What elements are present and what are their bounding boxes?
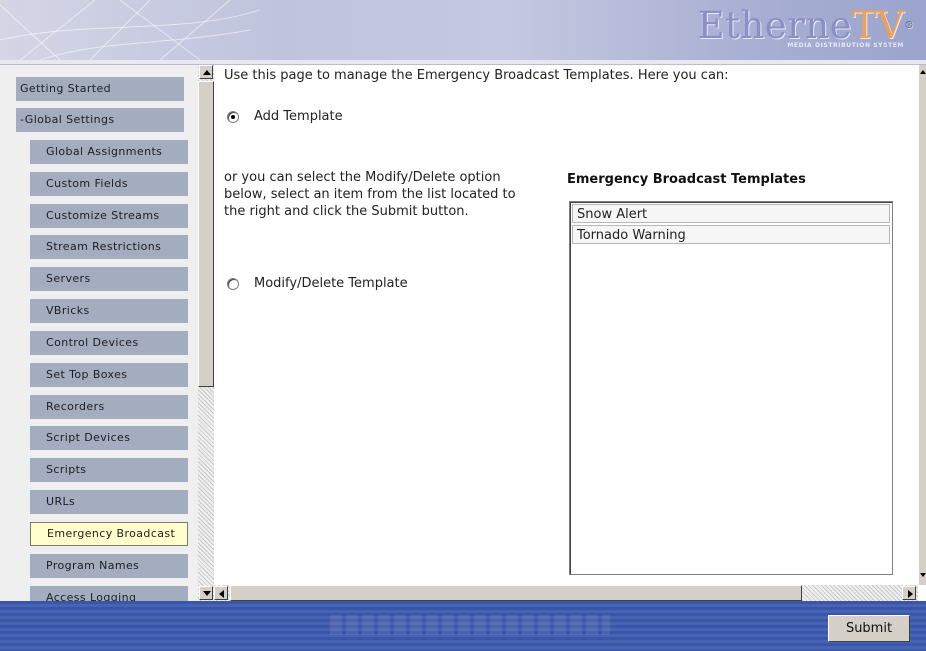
scroll-left-button[interactable] (214, 586, 228, 600)
sidebar-scroll-thumb[interactable] (198, 81, 214, 387)
template-item-snow-alert[interactable]: Snow Alert (572, 204, 890, 223)
arrow-down-icon (920, 573, 926, 577)
main-content: Use this page to manage the Emergency Br… (214, 65, 918, 585)
template-item-tornado-warning[interactable]: Tornado Warning (572, 225, 890, 244)
footer-bar: Submit (0, 601, 926, 651)
sidebar-item-global-assignments[interactable]: Global Assignments (30, 140, 188, 164)
sidebar-item-vbricks[interactable]: VBricks (30, 299, 188, 323)
sidebar-item-customize-streams[interactable]: Customize Streams (30, 204, 188, 228)
decorative-lines (0, 0, 261, 60)
header-banner: EtherneTV® MEDIA DISTRIBUTION SYSTEM (0, 0, 926, 60)
scroll-right-button[interactable] (902, 586, 916, 600)
sidebar-item-set-top-boxes[interactable]: Set Top Boxes (30, 363, 188, 387)
footer-pattern (330, 615, 610, 635)
sidebar-scroll-up-button[interactable] (199, 65, 213, 79)
horizontal-scroll-thumb[interactable] (230, 585, 802, 601)
submit-button[interactable]: Submit (828, 615, 910, 642)
logo-accent-text: TV (852, 4, 905, 47)
add-template-radio[interactable] (227, 111, 239, 123)
sidebar-scrollbar[interactable] (198, 65, 214, 601)
sidebar-item-script-devices[interactable]: Script Devices (30, 426, 188, 450)
arrow-left-icon (219, 590, 224, 598)
instructions-line-2: below, select an item from the list loca… (224, 187, 516, 202)
sidebar-item-recorders[interactable]: Recorders (30, 395, 188, 419)
sidebar-item-global-settings[interactable]: -Global Settings (16, 108, 184, 132)
sidebar-item-stream-restrictions[interactable]: Stream Restrictions (30, 235, 188, 259)
sidebar-item-urls[interactable]: URLs (30, 490, 188, 514)
sidebar-item-scripts[interactable]: Scripts (30, 458, 188, 482)
instructions-line-1: or you can select the Modify/Delete opti… (224, 170, 501, 185)
sidebar-nav: Getting Started -Global Settings Global … (0, 65, 198, 601)
registered-mark: ® (904, 21, 914, 31)
sidebar-item-emergency-broadcast[interactable]: Emergency Broadcast (30, 522, 188, 546)
sidebar-item-custom-fields[interactable]: Custom Fields (30, 172, 188, 196)
sidebar-item-program-names[interactable]: Program Names (30, 554, 188, 578)
modify-delete-template-radio[interactable] (227, 278, 239, 290)
arrow-right-icon (908, 590, 913, 598)
sidebar-scroll-down-button[interactable] (199, 586, 213, 600)
add-template-label[interactable]: Add Template (254, 109, 343, 124)
templates-heading: Emergency Broadcast Templates (567, 172, 806, 187)
arrow-up-icon (920, 70, 926, 74)
arrow-down-icon (203, 591, 211, 596)
sidebar-item-getting-started[interactable]: Getting Started (16, 77, 184, 101)
instructions-line-3: the right and click the Submit button. (224, 204, 469, 219)
etherne-tv-logo: EtherneTV® MEDIA DISTRIBUTION SYSTEM (697, 4, 914, 50)
logo-text: Etherne (697, 4, 853, 47)
sidebar-item-access-logging[interactable]: Access Logging (30, 586, 188, 601)
modify-delete-template-label[interactable]: Modify/Delete Template (254, 276, 408, 291)
arrow-up-icon (203, 70, 211, 75)
sidebar-item-servers[interactable]: Servers (30, 267, 188, 291)
main-horizontal-scrollbar[interactable] (214, 585, 918, 601)
templates-listbox[interactable]: Snow Alert Tornado Warning (569, 201, 893, 575)
intro-text: Use this page to manage the Emergency Br… (224, 68, 729, 83)
sidebar-item-control-devices[interactable]: Control Devices (30, 331, 188, 355)
main-vertical-scrollbar[interactable] (918, 65, 926, 585)
